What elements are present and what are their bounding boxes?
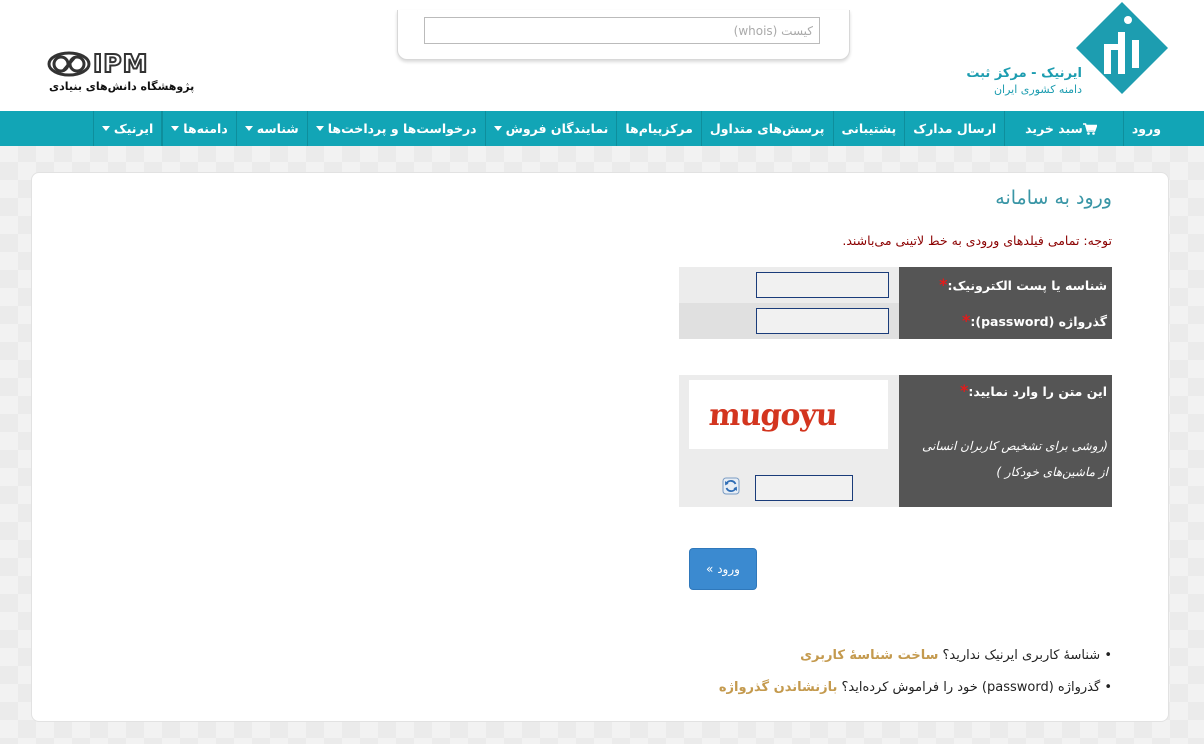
captcha-label: این متن را وارد نمایید: <box>968 384 1107 399</box>
main-nav: ایرنیک دامنه‌ها شناسه درخواست‌ها و پرداخ… <box>0 111 1204 146</box>
password-label-cell: گذرواژه (password):* <box>899 303 1112 339</box>
captcha-help-line: از ماشین‌های خودکار ) <box>996 465 1108 479</box>
ipm-subtitle: پژوهشگاه دانش‌های بنیادی <box>49 80 195 93</box>
nav-item-label: ورود <box>1131 121 1161 136</box>
ipm-logo-icon <box>47 51 91 77</box>
ipm-logo[interactable]: IPM پژوهشگاه دانش‌های بنیادی <box>47 49 194 100</box>
nav-item-label: نمایندگان فروش <box>505 121 609 136</box>
username-input[interactable] <box>756 272 889 298</box>
chevron-down-icon <box>315 126 324 131</box>
username-row: شناسه یا پست الکترونیک:* <box>679 267 1112 303</box>
nav-item-label: ارسال مدارک <box>913 121 997 136</box>
signup-line: • شناسهٔ کاربری ایرنیک ندارید؟ ساخت شناس… <box>719 645 1112 677</box>
password-row: گذرواژه (password):* <box>679 303 1112 339</box>
login-form: شناسه یا پست الکترونیک:* گذرواژه (passwo… <box>679 267 1112 339</box>
reset-line: • گذرواژه (password) خود را فراموش کرده‌… <box>719 677 1112 709</box>
nav-item-label: ایرنیک <box>113 121 154 136</box>
username-label: شناسه یا پست الکترونیک: <box>947 278 1107 293</box>
latin-notice: توجه: تمامی فیلدهای ورودی به خط لاتینی م… <box>842 233 1112 248</box>
page-title: ورود به سامانه <box>995 187 1112 209</box>
nav-item-faq[interactable]: پرسش‌های متداول <box>700 111 833 146</box>
site-header: ایرنیک - مرکز ثبت دامنه کشوری ایران IPM … <box>0 0 1204 111</box>
nav-item-label: پرسش‌های متداول <box>709 121 825 136</box>
nav-item-label: مرکزپیام‌ها <box>625 121 693 136</box>
nav-item-login[interactable]: ورود <box>1122 111 1169 146</box>
signup-prefix: • شناسهٔ کاربری ایرنیک ندارید؟ <box>942 648 1112 663</box>
nav-item-label: دامنه‌ها <box>183 121 228 136</box>
captcha-help-line: (روشی برای تشخیص کاربران انسانی <box>921 439 1108 453</box>
chevron-down-icon <box>493 126 502 131</box>
nav-item-support[interactable]: پشتیبانی <box>832 111 905 146</box>
captcha-text: mugoyu <box>707 398 839 433</box>
captcha-image: mugoyu <box>689 380 888 449</box>
help-links: • شناسهٔ کاربری ایرنیک ندارید؟ ساخت شناس… <box>719 645 1112 709</box>
irnic-logo[interactable]: ایرنیک - مرکز ثبت دامنه کشوری ایران <box>966 2 1168 98</box>
login-panel: ورود به سامانه توجه: تمامی فیلدهای ورودی… <box>31 172 1169 722</box>
login-button[interactable]: ورود » <box>689 548 757 590</box>
nav-item-label: سبد خرید <box>1025 121 1083 136</box>
chevron-down-icon <box>101 126 110 131</box>
irnic-brand-sub: دامنه کشوری ایران <box>993 83 1082 96</box>
nav-item-domains[interactable]: دامنه‌ها <box>162 111 235 146</box>
nav-item-cart[interactable]: سبد خرید <box>1004 111 1123 146</box>
captcha-input[interactable] <box>755 475 853 501</box>
irnic-logo-icon <box>1076 2 1168 94</box>
whois-search-input[interactable] <box>424 17 820 44</box>
username-label-cell: شناسه یا پست الکترونیک:* <box>899 267 1112 303</box>
irnic-brand-name: ایرنیک - مرکز ثبت <box>966 66 1082 81</box>
ipm-logo-text: IPM <box>92 49 149 79</box>
password-field-cell <box>679 303 899 339</box>
signup-link[interactable]: ساخت شناسهٔ کاربری <box>800 648 938 663</box>
nav-item-requests-payments[interactable]: درخواست‌ها و پرداخت‌ها <box>306 111 485 146</box>
captcha-field-cell: mugoyu <box>679 375 899 507</box>
reset-prefix: • گذرواژه (password) خود را فراموش کرده‌… <box>841 680 1113 695</box>
nav-item-irnic[interactable]: ایرنیک <box>92 111 163 146</box>
captcha-row: mugoyu این متن را وارد نمایید:* (روشی بر… <box>679 375 1112 507</box>
nav-item-message-center[interactable]: مرکزپیام‌ها <box>616 111 701 146</box>
nav-item-label: شناسه <box>256 121 299 136</box>
whois-search-box <box>397 10 850 60</box>
refresh-captcha-icon[interactable] <box>722 477 740 495</box>
username-field-cell <box>679 267 899 303</box>
nav-item-handle[interactable]: شناسه <box>235 111 307 146</box>
nav-item-label: پشتیبانی <box>841 121 897 136</box>
nav-item-label: درخواست‌ها و پرداخت‌ها <box>327 121 477 136</box>
nav-item-send-documents[interactable]: ارسال مدارک <box>904 111 1004 146</box>
captcha-help: (روشی برای تشخیص کاربران انسانی از ماشین… <box>922 433 1108 485</box>
reset-password-link[interactable]: بازنشاندن گذرواژه <box>719 680 838 695</box>
captcha-label-cell: این متن را وارد نمایید:* (روشی برای تشخی… <box>899 375 1112 507</box>
chevron-down-icon <box>171 126 180 131</box>
cart-icon <box>1082 122 1097 135</box>
password-label: گذرواژه (password): <box>970 314 1107 329</box>
chevron-down-icon <box>244 126 253 131</box>
nav-item-resellers[interactable]: نمایندگان فروش <box>484 111 617 146</box>
password-input[interactable] <box>756 308 889 334</box>
